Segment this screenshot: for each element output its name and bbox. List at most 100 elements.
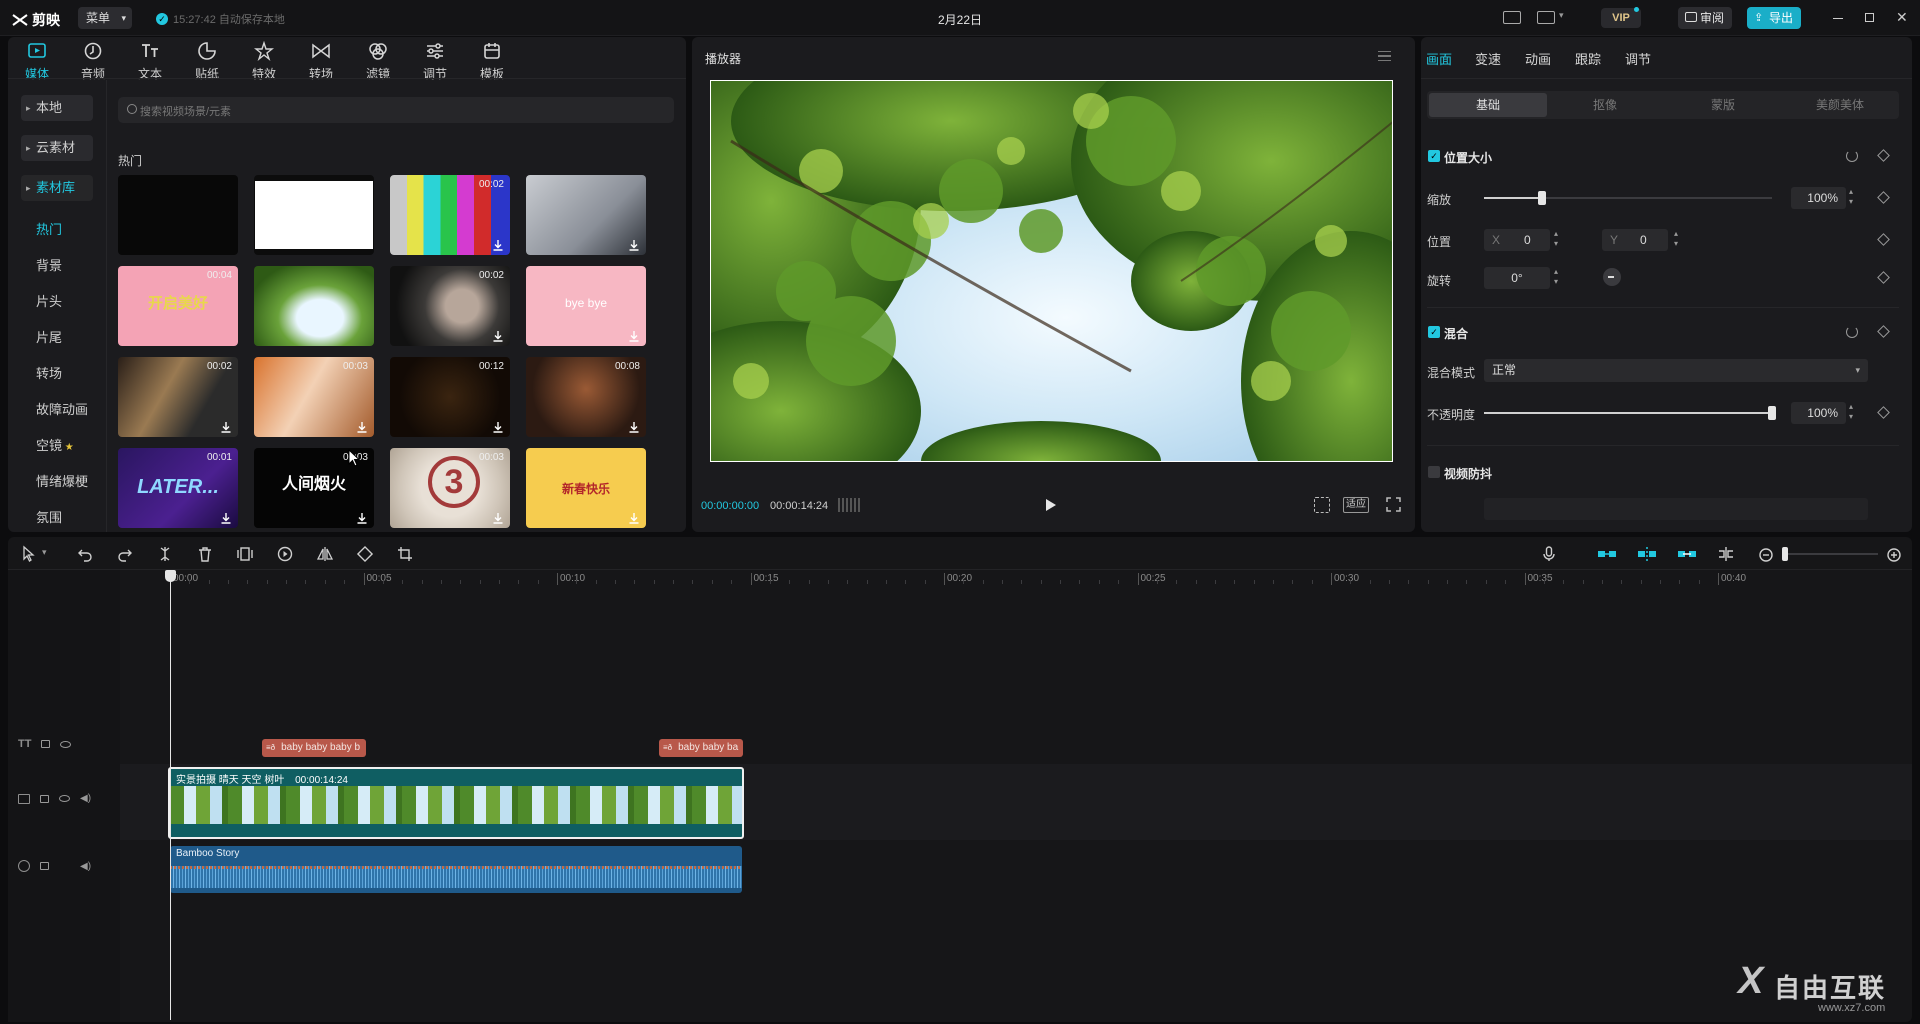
select-mode-chevron-icon[interactable]: ▾ (42, 547, 47, 558)
media-thumbnail[interactable]: 00:02 (390, 266, 510, 346)
zoom-out-icon[interactable] (1758, 547, 1776, 565)
media-thumbnail[interactable] (254, 266, 374, 346)
zoom-slider-knob[interactable] (1782, 547, 1788, 561)
zoom-in-icon[interactable] (1886, 547, 1904, 565)
redo-icon[interactable] (116, 545, 134, 563)
download-icon[interactable] (492, 512, 504, 524)
media-category-item[interactable]: 故障动画 (36, 399, 88, 418)
toolbar-tab-transition[interactable]: 转场 (299, 40, 343, 82)
media-thumbnail[interactable] (254, 175, 374, 255)
toolbar-tab-effects[interactable]: 特效 (242, 40, 286, 82)
linkage-icon[interactable] (1676, 545, 1696, 563)
media-thumbnail[interactable]: 开启美好 00:04 (118, 266, 238, 346)
download-icon[interactable] (628, 239, 640, 251)
reverse-icon[interactable] (276, 545, 294, 563)
close-icon[interactable]: ✕ (1896, 9, 1908, 26)
video-clip[interactable]: 实景拍摄 晴天 天空 树叶 00:00:14:24 (168, 767, 744, 839)
media-nav-item[interactable]: 云素材 (21, 135, 93, 161)
lock-icon[interactable] (41, 740, 51, 748)
media-thumbnail[interactable]: 3 00:03 (390, 448, 510, 528)
play-icon[interactable] (1046, 499, 1056, 511)
text-clip[interactable]: ≡ð baby baby ba (659, 739, 743, 757)
inspector-tab[interactable]: 画面 (1426, 49, 1452, 68)
media-category-item[interactable]: 空镜 ★ (36, 435, 74, 454)
zoom-slider[interactable] (1782, 547, 1878, 561)
media-nav-item[interactable]: 素材库 (21, 175, 93, 201)
position-y-field[interactable]: Y0 (1602, 229, 1668, 251)
ratio-button[interactable]: 适应 (1343, 497, 1369, 513)
media-category-item[interactable]: 氛围 (36, 507, 62, 526)
position-x-stepper[interactable]: ▴ ▾ (1554, 229, 1558, 249)
rotate-icon[interactable] (356, 545, 374, 563)
opacity-slider[interactable] (1484, 406, 1776, 420)
media-thumbnail[interactable] (526, 175, 646, 255)
lock-icon[interactable] (40, 862, 49, 870)
toolbar-tab-media[interactable]: 媒体 (15, 40, 59, 82)
position-x-field[interactable]: X0 (1484, 229, 1550, 251)
playhead[interactable] (170, 570, 171, 1020)
layout-icon[interactable] (1537, 11, 1555, 24)
rotate-field[interactable]: 0° (1484, 267, 1550, 289)
download-icon[interactable] (356, 421, 368, 433)
toolbar-tab-adjust[interactable]: 调节 (413, 40, 457, 82)
lock-icon[interactable] (40, 794, 49, 803)
export-button[interactable]: ⇪ 导出 (1747, 7, 1801, 29)
position-size-checkbox[interactable]: ✓ (1428, 150, 1440, 162)
blend-checkbox[interactable]: ✓ (1428, 326, 1440, 338)
preview-axis-icon[interactable] (1716, 545, 1734, 563)
auto-snap-icon[interactable] (1636, 545, 1656, 563)
split-icon[interactable] (156, 545, 174, 563)
toolbar-tab-text[interactable]: 文本 (128, 40, 172, 82)
shortcut-keyboard-icon[interactable] (1503, 11, 1521, 24)
text-clip[interactable]: ≡ð baby baby baby b (262, 739, 366, 757)
position-y-stepper[interactable]: ▴ ▾ (1674, 229, 1678, 249)
media-category-item[interactable]: 片头 (36, 291, 62, 310)
media-nav-item[interactable]: 本地 (21, 95, 93, 121)
media-thumbnail[interactable] (118, 175, 238, 255)
media-category-item[interactable]: 片尾 (36, 327, 62, 346)
inspector-segment[interactable]: 美颜美体 (1781, 93, 1899, 117)
main-track-magnet-icon[interactable] (1596, 545, 1616, 563)
inspector-tab[interactable]: 变速 (1475, 49, 1501, 68)
scale-stepper[interactable]: ▴ ▾ (1849, 187, 1853, 207)
toolbar-tab-sticker[interactable]: 贴纸 (185, 40, 229, 82)
undo-icon[interactable] (76, 545, 94, 563)
crop-icon[interactable] (396, 545, 414, 563)
microphone-icon[interactable] (1540, 545, 1558, 563)
stabilize-checkbox[interactable] (1428, 466, 1440, 478)
inspector-segment[interactable]: 蒙版 (1664, 93, 1782, 117)
inspector-tab[interactable]: 动画 (1525, 49, 1551, 68)
rotate-stepper[interactable]: ▴ ▾ (1554, 267, 1558, 287)
audio-clip[interactable]: Bamboo Story (170, 846, 742, 893)
freeze-frame-icon[interactable] (236, 545, 254, 563)
download-icon[interactable] (628, 421, 640, 433)
media-category-item[interactable]: 情绪爆梗 (36, 471, 88, 490)
download-icon[interactable] (628, 330, 640, 342)
opacity-value-field[interactable]: 100% (1791, 402, 1846, 424)
eye-icon[interactable] (59, 795, 70, 802)
toolbar-tab-filter[interactable]: 滤镜 (356, 40, 400, 82)
eye-icon[interactable] (60, 740, 72, 748)
scale-slider[interactable] (1484, 191, 1772, 205)
toolbar-tab-template[interactable]: 模板 (470, 40, 514, 82)
download-icon[interactable] (220, 512, 232, 524)
reset-position-icon[interactable] (1846, 150, 1858, 162)
media-thumbnail[interactable]: 00:02 (118, 357, 238, 437)
media-thumbnail[interactable]: 00:03 (254, 357, 374, 437)
scale-slider-knob[interactable] (1537, 191, 1546, 205)
menu-button[interactable]: 菜单 ▾ (78, 7, 132, 29)
speaker-icon[interactable]: ◀) (80, 793, 91, 804)
delete-icon[interactable] (196, 545, 214, 563)
inspector-segment[interactable]: 抠像 (1546, 93, 1664, 117)
download-icon[interactable] (628, 512, 640, 524)
player-menu-icon[interactable] (1378, 51, 1391, 61)
media-category-item[interactable]: 转场 (36, 363, 62, 382)
inspector-segment[interactable]: 基础 (1429, 93, 1547, 117)
speaker-icon[interactable]: ◀) (80, 861, 91, 872)
media-thumbnail[interactable]: LATER... 00:01 (118, 448, 238, 528)
media-thumbnail[interactable]: 00:08 (526, 357, 646, 437)
media-thumbnail[interactable]: bye bye (526, 266, 646, 346)
blend-mode-select[interactable]: 正常 ▾ (1484, 359, 1868, 382)
timecode-format-icon[interactable] (838, 498, 860, 512)
select-cursor-icon[interactable] (20, 545, 38, 563)
